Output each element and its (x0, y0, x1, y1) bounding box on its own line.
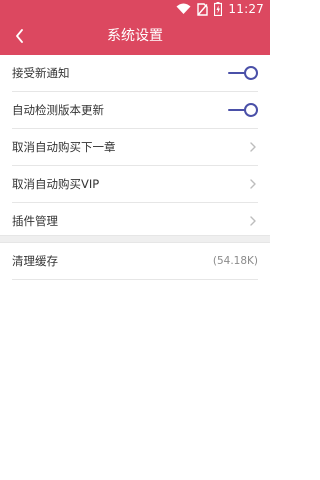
setting-auto-check-update[interactable]: 自动检测版本更新 (12, 92, 258, 129)
header: 11:27 系统设置 (0, 0, 270, 55)
status-icons: 11:27 (176, 1, 264, 17)
chevron-right-icon (248, 178, 258, 190)
setting-label: 插件管理 (12, 214, 58, 228)
wifi-icon (176, 3, 191, 15)
settings-list: 接受新通知 自动检测版本更新 取消自动购买下一章 取消自动购买VIP 插件管理 (0, 55, 270, 239)
cache-size: (54.18K) (212, 255, 258, 267)
setting-cancel-auto-buy-vip[interactable]: 取消自动购买VIP (12, 166, 258, 203)
setting-label: 接受新通知 (12, 66, 70, 80)
setting-receive-notifications[interactable]: 接受新通知 (12, 55, 258, 92)
chevron-right-icon (248, 141, 258, 153)
title-bar: 系统设置 (0, 18, 270, 55)
auto-update-toggle[interactable] (228, 103, 258, 117)
setting-label: 自动检测版本更新 (12, 103, 104, 117)
chevron-right-icon (248, 215, 258, 227)
setting-label: 取消自动购买下一章 (12, 140, 116, 154)
status-bar: 11:27 (0, 0, 270, 18)
toggle-knob (244, 66, 258, 80)
toggle-knob (244, 103, 258, 117)
notifications-toggle[interactable] (228, 66, 258, 80)
setting-label: 清理缓存 (12, 254, 58, 268)
setting-label: 取消自动购买VIP (12, 177, 100, 191)
battery-icon (214, 2, 223, 16)
setting-plugin-management[interactable]: 插件管理 (12, 203, 258, 239)
no-sim-icon (197, 2, 209, 16)
setting-cancel-auto-buy-next-chapter[interactable]: 取消自动购买下一章 (12, 129, 258, 166)
status-time: 11:27 (228, 2, 264, 16)
section-divider (0, 235, 270, 243)
setting-clear-cache[interactable]: 清理缓存 (54.18K) (12, 243, 258, 280)
page-title: 系统设置 (107, 28, 163, 44)
